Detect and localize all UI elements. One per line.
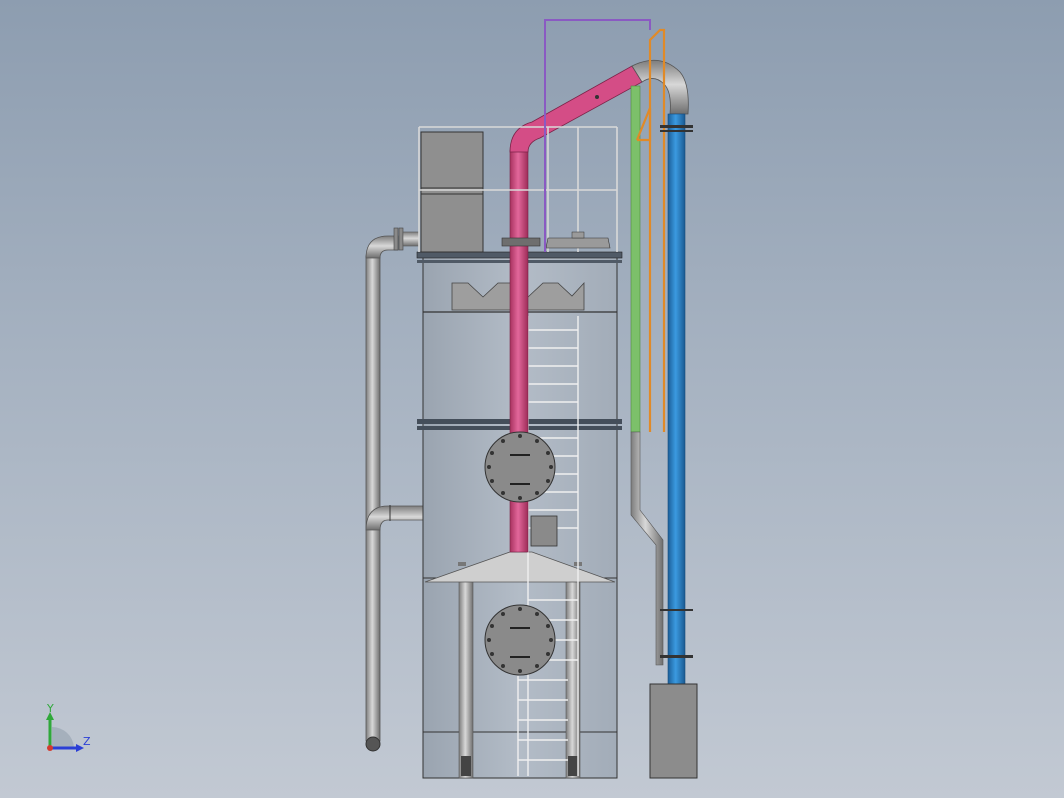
top-cabinet <box>420 131 484 253</box>
top-flange-left <box>501 237 541 247</box>
cad-viewport[interactable]: Y Z <box>0 0 1064 798</box>
lower-manhole <box>484 604 556 676</box>
upper-manhole <box>484 431 556 503</box>
triad-y-label: Y <box>46 702 54 715</box>
small-pump <box>530 515 558 547</box>
scrubber-tower-drawing: Y Z <box>46 19 698 779</box>
triad-z-label: Z <box>83 735 91 748</box>
green-pipe <box>630 85 664 666</box>
top-manway-cover <box>545 237 611 249</box>
orange-pipes <box>635 28 666 432</box>
circulation-tank <box>649 683 698 779</box>
coordinate-triad: Y Z <box>46 702 91 752</box>
